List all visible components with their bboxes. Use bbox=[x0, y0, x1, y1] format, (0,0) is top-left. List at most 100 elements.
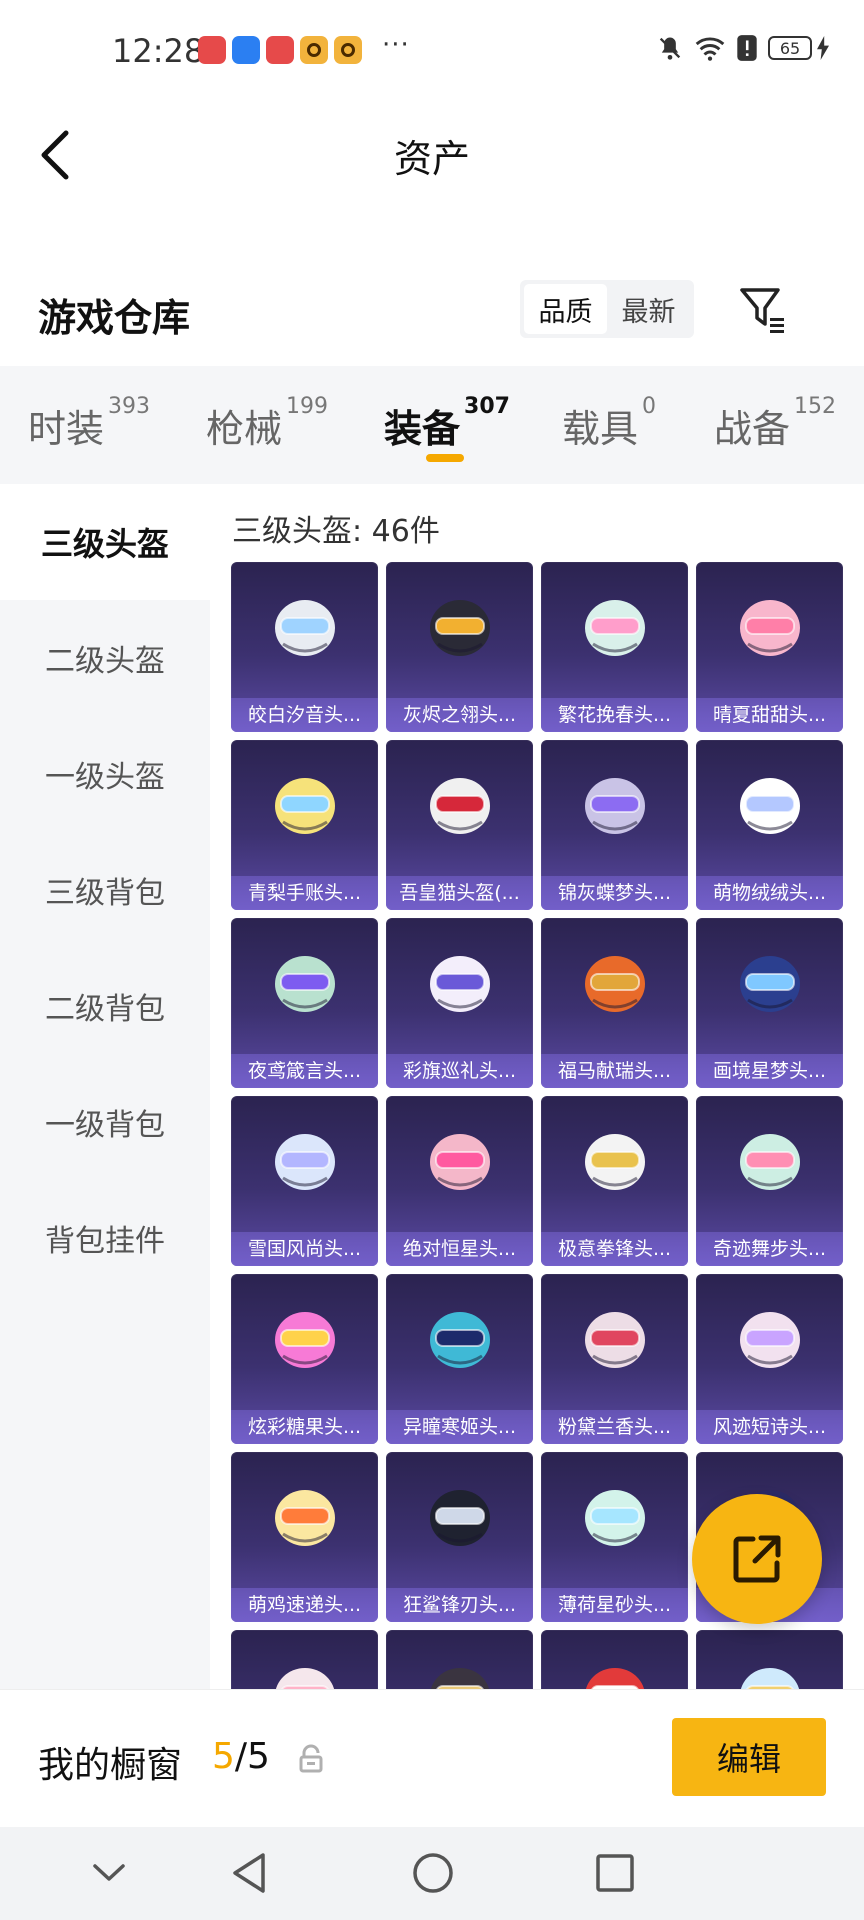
sidebar-item-level3-helmet[interactable]: 三级头盔 bbox=[0, 484, 210, 600]
helmet-image bbox=[430, 1312, 490, 1368]
helmet-image bbox=[430, 956, 490, 1012]
nav-back-button[interactable] bbox=[224, 1848, 274, 1898]
helmet-image bbox=[430, 778, 490, 834]
item-name: 皎白汐音头... bbox=[231, 698, 378, 732]
item-name: 炫彩糖果头... bbox=[231, 1410, 378, 1444]
item-name: 青梨手账头... bbox=[231, 876, 378, 910]
warehouse-title: 游戏仓库 bbox=[38, 296, 191, 340]
status-more: ··· bbox=[382, 30, 410, 60]
share-button[interactable] bbox=[692, 1494, 822, 1624]
helmet-image bbox=[430, 600, 490, 656]
item-card[interactable]: 风迹短诗头... bbox=[696, 1274, 843, 1444]
helmet-image bbox=[430, 1490, 490, 1546]
helmet-image bbox=[740, 956, 800, 1012]
tab-label: 装备 bbox=[384, 407, 461, 451]
tab-vehicles[interactable]: 载具0 bbox=[562, 394, 656, 453]
item-card[interactable]: 吾皇猫头盔(... bbox=[386, 740, 533, 910]
item-name: 奇迹舞步头... bbox=[696, 1232, 843, 1266]
nav-recents-button[interactable] bbox=[590, 1848, 640, 1898]
item-card[interactable]: 福马献瑞头... bbox=[541, 918, 688, 1088]
nav-down-button[interactable] bbox=[84, 1848, 134, 1898]
sidebar-item-level3-backpack[interactable]: 三级背包 bbox=[0, 832, 210, 948]
status-app-icons bbox=[198, 36, 362, 64]
cloud-app-icon bbox=[232, 36, 260, 64]
item-card[interactable]: 薄荷星砂头... bbox=[541, 1452, 688, 1622]
helmet-image bbox=[275, 1312, 335, 1368]
item-card[interactable]: 青梨手账头... bbox=[231, 740, 378, 910]
item-card[interactable]: 画境星梦头... bbox=[696, 918, 843, 1088]
tab-equipment[interactable]: 装备307 bbox=[384, 394, 510, 453]
item-name: 锦灰蝶梦头... bbox=[541, 876, 688, 910]
sort-option-quality[interactable]: 品质 bbox=[524, 284, 607, 334]
item-card[interactable]: 极意拳锋头... bbox=[541, 1096, 688, 1266]
sidebar-item-backpack-pendant[interactable]: 背包挂件 bbox=[0, 1180, 210, 1296]
item-card[interactable]: 狂鲨锋刃头... bbox=[386, 1452, 533, 1622]
item-name: 灰烬之翎头... bbox=[386, 698, 533, 732]
helmet-image bbox=[275, 956, 335, 1012]
item-card[interactable]: 晴夏甜甜头... bbox=[696, 562, 843, 732]
item-name: 福马献瑞头... bbox=[541, 1054, 688, 1088]
status-time: 12:28 bbox=[112, 32, 205, 70]
sidebar-item-level1-backpack[interactable]: 一级背包 bbox=[0, 1064, 210, 1180]
sidebar-item-level2-backpack[interactable]: 二级背包 bbox=[0, 948, 210, 1064]
item-card[interactable]: 萌鸡速递头... bbox=[231, 1452, 378, 1622]
tab-fashion[interactable]: 时装393 bbox=[28, 394, 150, 453]
item-name: 画境星梦头... bbox=[696, 1054, 843, 1088]
tab-count: 199 bbox=[286, 394, 329, 419]
item-card[interactable]: 夜鸢箴言头... bbox=[231, 918, 378, 1088]
alert-icon bbox=[737, 35, 757, 61]
huawei-app-icon bbox=[266, 36, 294, 64]
item-card[interactable]: 粉黛兰香头... bbox=[541, 1274, 688, 1444]
game-app-icon bbox=[334, 36, 362, 64]
charging-icon bbox=[817, 36, 829, 60]
filter-button[interactable] bbox=[738, 284, 788, 334]
nav-home-button[interactable] bbox=[408, 1848, 458, 1898]
page-title: 资产 bbox=[393, 137, 470, 181]
item-card[interactable]: 炫彩糖果头... bbox=[231, 1274, 378, 1444]
tab-label: 战备 bbox=[714, 407, 791, 451]
item-card[interactable]: 灰烬之翎头... bbox=[386, 562, 533, 732]
item-card[interactable]: 萌物绒绒头... bbox=[696, 740, 843, 910]
item-card[interactable]: 皎白汐音头... bbox=[231, 562, 378, 732]
item-card[interactable]: 绝对恒星头... bbox=[386, 1096, 533, 1266]
tab-firearms[interactable]: 枪械199 bbox=[206, 394, 328, 453]
showcase-count: 5/5 bbox=[212, 1736, 270, 1777]
helmet-image bbox=[740, 778, 800, 834]
helmet-image bbox=[275, 600, 335, 656]
item-name: 萌物绒绒头... bbox=[696, 876, 843, 910]
item-name: 萌鸡速递头... bbox=[231, 1588, 378, 1622]
helmet-image bbox=[275, 1490, 335, 1546]
nav-down-icon bbox=[93, 1864, 125, 1881]
item-card[interactable]: 彩旗巡礼头... bbox=[386, 918, 533, 1088]
item-name: 雪国风尚头... bbox=[231, 1232, 378, 1266]
wifi-icon bbox=[695, 37, 725, 61]
item-card[interactable]: 雪国风尚头... bbox=[231, 1096, 378, 1266]
tab-count: 307 bbox=[464, 394, 510, 419]
edit-button[interactable]: 编辑 bbox=[672, 1718, 826, 1796]
item-name: 粉黛兰香头... bbox=[541, 1410, 688, 1444]
item-card[interactable]: 锦灰蝶梦头... bbox=[541, 740, 688, 910]
item-card[interactable]: 异瞳寒姬头... bbox=[386, 1274, 533, 1444]
active-tab-indicator bbox=[426, 454, 464, 462]
sidebar-item-level2-helmet[interactable]: 二级头盔 bbox=[0, 600, 210, 716]
tab-count: 393 bbox=[108, 394, 151, 419]
sidebar-item-level1-helmet[interactable]: 一级头盔 bbox=[0, 716, 210, 832]
item-card[interactable]: 繁花挽春头... bbox=[541, 562, 688, 732]
item-card[interactable]: 奇迹舞步头... bbox=[696, 1096, 843, 1266]
item-name: 风迹短诗头... bbox=[696, 1410, 843, 1444]
showcase-current: 5 bbox=[212, 1736, 235, 1777]
helmet-image bbox=[275, 1134, 335, 1190]
share-icon bbox=[733, 1535, 781, 1583]
item-name: 异瞳寒姬头... bbox=[386, 1410, 533, 1444]
huawei-app-icon bbox=[198, 36, 226, 64]
helmet-image bbox=[585, 956, 645, 1012]
battery-indicator: 65 bbox=[768, 36, 830, 60]
sort-option-newest[interactable]: 最新 bbox=[607, 284, 690, 334]
tab-count: 152 bbox=[794, 394, 837, 419]
lock-icon bbox=[298, 1744, 324, 1774]
showcase-label: 我的橱窗 bbox=[38, 1745, 183, 1786]
game-app-icon bbox=[300, 36, 328, 64]
tab-label: 载具 bbox=[562, 407, 639, 451]
tab-supplies[interactable]: 战备152 bbox=[714, 394, 836, 453]
tab-count: 0 bbox=[642, 394, 657, 419]
